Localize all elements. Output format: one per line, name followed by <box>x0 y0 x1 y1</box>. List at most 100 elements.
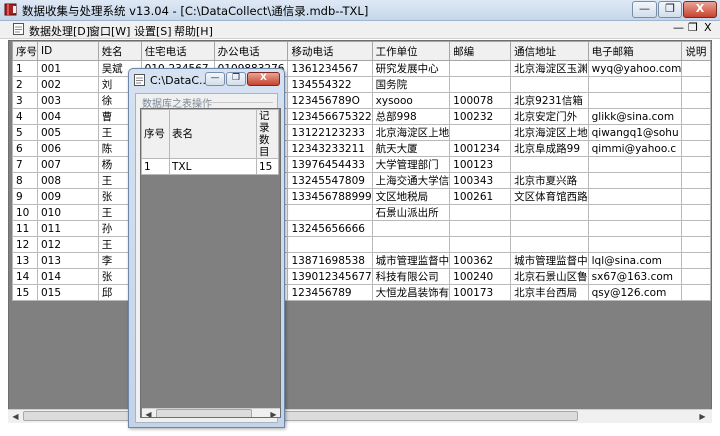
table-cell[interactable]: 13122123233 <box>287 124 373 141</box>
table-cell[interactable]: 总部998 <box>371 108 451 125</box>
table-cell[interactable] <box>510 76 589 93</box>
table-cell[interactable] <box>587 188 683 205</box>
table-cell[interactable] <box>510 204 589 221</box>
column-header[interactable]: ID <box>37 41 99 61</box>
table-cell[interactable]: 100362 <box>449 252 512 269</box>
column-header[interactable]: 电子邮箱 <box>587 41 683 61</box>
table-cell[interactable]: 大恒龙昌装饰有 <box>371 284 451 301</box>
records-table[interactable]: 序号 ID 姓名 住宅电话 办公电话 移动电话 工作单位 邮编 通信地址 电子邮箱 说明 1 001 吴… <box>12 41 711 301</box>
table-row[interactable]: 9009张9900133456788999文区地税局100261文区体育馆西路 <box>12 188 711 205</box>
scroll-left-icon[interactable]: ◀ <box>9 411 22 422</box>
table-cell[interactable]: 100078 <box>449 92 512 109</box>
table-cell[interactable]: 011 <box>37 220 99 237</box>
table-row[interactable]: 12 012 王 <box>12 236 711 253</box>
table-cell[interactable] <box>681 188 711 205</box>
table-cell[interactable] <box>681 60 711 77</box>
table-cell[interactable]: glikk@sina.com <box>587 108 683 125</box>
main-horizontal-scrollbar[interactable]: ◀ ▶ <box>8 409 712 423</box>
table-cell[interactable]: 100232 <box>449 108 512 125</box>
table-cell[interactable] <box>587 76 683 93</box>
table-cell[interactable] <box>681 236 711 253</box>
table-cell[interactable]: qiwangq1@sohu <box>587 124 683 141</box>
tables-row[interactable]: 1 TXL 15 <box>141 158 279 175</box>
table-cell[interactable]: 11 <box>12 220 38 237</box>
main-title-bar[interactable]: 数据收集与处理系统 v13.04 - [C:\DataCollect\通信录.m… <box>0 0 720 21</box>
table-cell[interactable]: 4 <box>12 108 38 125</box>
table-cell[interactable]: 002 <box>37 76 99 93</box>
table-cell[interactable]: 北京市夏兴路 <box>510 172 589 189</box>
table-cell[interactable]: 城市管理监督中 <box>371 252 451 269</box>
table-cell[interactable]: 14 <box>12 268 38 285</box>
column-header[interactable]: 姓名 <box>97 41 142 61</box>
table-cell[interactable]: 015 <box>37 284 99 301</box>
mdi-close-button[interactable]: X <box>704 21 712 34</box>
table-cell[interactable]: lql@sina.com <box>587 252 683 269</box>
table-cell[interactable]: 139012345677 <box>287 268 373 285</box>
tables-cell[interactable]: 1 <box>141 158 170 175</box>
table-cell[interactable] <box>681 124 711 141</box>
table-cell[interactable] <box>681 284 711 301</box>
table-row[interactable]: 3003徐8926123456789Оxysooo100078北京9231信箱 <box>12 92 711 109</box>
table-cell[interactable] <box>587 220 683 237</box>
scroll-thumb[interactable] <box>23 411 578 421</box>
tables-list[interactable]: 序号 表名 记录数目 1 TXL 15 <box>141 109 279 175</box>
table-cell[interactable] <box>510 236 589 253</box>
table-cell[interactable]: 城市管理监督中 <box>510 252 589 269</box>
table-cell[interactable]: qsy@126.com <box>587 284 683 301</box>
restore-button[interactable]: ❐ <box>658 1 682 18</box>
table-cell[interactable]: 12343233211 <box>287 140 373 157</box>
table-cell[interactable] <box>449 204 512 221</box>
table-cell[interactable]: 5 <box>12 124 38 141</box>
table-cell[interactable] <box>287 236 373 253</box>
table-cell[interactable]: 大学管理部门 <box>371 156 451 173</box>
column-header[interactable]: 住宅电话 <box>140 41 215 61</box>
column-header[interactable]: 序号 <box>12 41 38 61</box>
table-cell[interactable]: 009 <box>37 188 99 205</box>
table-cell[interactable] <box>681 108 711 125</box>
table-cell[interactable]: 012 <box>37 236 99 253</box>
table-cell[interactable]: 文区地税局 <box>371 188 451 205</box>
table-row[interactable]: 8008王223113245547809上海交通大学信100343北京市夏兴路 <box>12 172 711 189</box>
table-cell[interactable]: 005 <box>37 124 99 141</box>
table-cell[interactable]: 15 <box>12 284 38 301</box>
tables-cell[interactable]: 15 <box>256 158 279 175</box>
table-cell[interactable]: 8 <box>12 172 38 189</box>
table-cell[interactable]: 100261 <box>449 188 512 205</box>
table-cell[interactable]: 石景山派出所 <box>371 204 451 221</box>
table-cell[interactable]: qimmi@yahoo.c <box>587 140 683 157</box>
table-cell[interactable]: sx67@163.com <box>587 268 683 285</box>
table-cell[interactable]: 北京海淀区上地 <box>510 124 589 141</box>
mdi-restore-button[interactable]: ❐ <box>688 21 698 34</box>
table-cell[interactable] <box>371 236 451 253</box>
table-cell[interactable]: 013 <box>37 252 99 269</box>
table-cell[interactable] <box>681 172 711 189</box>
table-cell[interactable] <box>510 220 589 237</box>
table-row[interactable]: 5005王888913122123233北京海淀区上地北京海淀区上地qiwang… <box>12 124 711 141</box>
scroll-right-icon[interactable]: ▶ <box>696 411 709 422</box>
column-header[interactable]: 说明 <box>681 41 711 61</box>
table-cell[interactable] <box>587 204 683 221</box>
table-cell[interactable] <box>681 220 711 237</box>
table-cell[interactable] <box>449 76 512 93</box>
table-cell[interactable]: 123456675322 <box>287 108 373 125</box>
table-cell[interactable]: 北京石景山区鲁 <box>510 268 589 285</box>
column-header[interactable]: 工作单位 <box>371 41 451 61</box>
tables-scroll-thumb[interactable] <box>156 409 252 417</box>
tables-column-header[interactable]: 序号 <box>141 109 170 159</box>
table-cell[interactable]: 6 <box>12 140 38 157</box>
column-header[interactable]: 邮编 <box>449 41 512 61</box>
table-cell[interactable] <box>449 236 512 253</box>
table-cell[interactable]: 100240 <box>449 268 512 285</box>
table-cell[interactable]: 13245656666 <box>287 220 373 237</box>
table-cell[interactable]: 123456789О <box>287 92 373 109</box>
table-cell[interactable]: 007 <box>37 156 99 173</box>
table-cell[interactable] <box>681 204 711 221</box>
table-cell[interactable] <box>681 76 711 93</box>
table-cell[interactable]: 北京安定门外 <box>510 108 589 125</box>
table-row[interactable]: 6006陈443312343233211航天大厦1001234北京阜成路99qi… <box>12 140 711 157</box>
tables-horizontal-scrollbar[interactable]: ◀ ▶ <box>142 408 280 417</box>
table-cell[interactable]: 上海交通大学信 <box>371 172 451 189</box>
table-cell[interactable]: 133456788999 <box>287 188 373 205</box>
table-cell[interactable]: 13976454433 <box>287 156 373 173</box>
table-cell[interactable]: 13245547809 <box>287 172 373 189</box>
